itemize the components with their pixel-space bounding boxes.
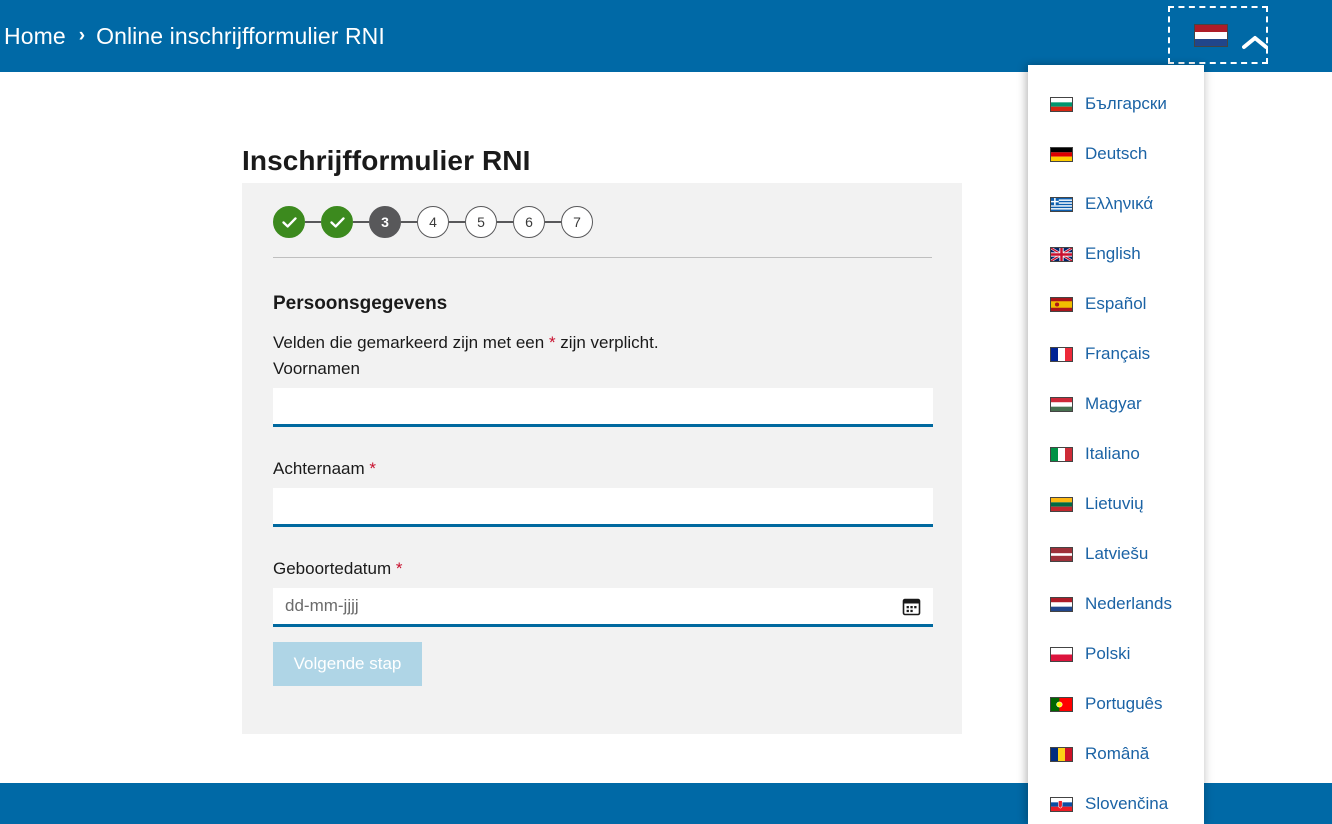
flag-it-icon — [1050, 446, 1073, 462]
language-option-label: Italiano — [1085, 444, 1140, 463]
language-option-label: Deutsch — [1085, 144, 1148, 163]
breadcrumb: Home › Online inschrijfformulier RNI — [0, 23, 385, 49]
language-option-english[interactable]: English — [1028, 229, 1204, 279]
flag-lt-icon — [1050, 496, 1073, 512]
flag-ro-icon — [1050, 746, 1073, 762]
step-node-7[interactable]: 7 — [561, 206, 593, 238]
first-names-input[interactable] — [273, 388, 933, 427]
breadcrumb-current-page: Online inschrijfformulier RNI — [96, 23, 385, 49]
last-name-input[interactable] — [273, 488, 933, 527]
required-asterisk-icon: * — [369, 459, 377, 478]
step-connector-6-7 — [545, 221, 561, 223]
language-option-label: Português — [1085, 694, 1163, 713]
field-first-names: Voornamen — [273, 359, 933, 427]
language-dropdown-menu: Български Deutsch Ελληνικά English Españ… — [1028, 65, 1204, 824]
field-label-last-name-text: Achternaam — [273, 459, 365, 478]
site-header: Home › Online inschrijfformulier RNI — [0, 0, 1332, 72]
language-option-label: Ελληνικά — [1085, 194, 1154, 213]
step-node-5[interactable]: 5 — [465, 206, 497, 238]
language-option-label: Latviešu — [1085, 544, 1149, 563]
language-option-portuguese[interactable]: Português — [1028, 679, 1204, 729]
language-option-label: Lietuvių — [1085, 494, 1144, 513]
language-option-label: Română — [1085, 744, 1150, 763]
language-option-romanian[interactable]: Română — [1028, 729, 1204, 779]
breadcrumb-separator-icon: › — [78, 25, 86, 46]
calendar-icon — [902, 597, 921, 619]
language-option-label: Nederlands — [1085, 594, 1172, 613]
flag-sk-icon — [1050, 796, 1073, 812]
step-node-3[interactable]: 3 — [369, 206, 401, 238]
required-asterisk-icon: * — [395, 559, 403, 578]
step-connector-1-2 — [305, 221, 321, 223]
language-selector-toggle[interactable] — [1168, 6, 1268, 64]
app-root: Home › Online inschrijfformulier RNI Ins… — [0, 0, 1332, 824]
section-divider — [273, 257, 932, 258]
step-connector-2-3 — [353, 221, 369, 223]
step-node-6[interactable]: 6 — [513, 206, 545, 238]
language-option-polish[interactable]: Polski — [1028, 629, 1204, 679]
step-node-1[interactable] — [273, 206, 305, 238]
flag-pl-icon — [1050, 646, 1073, 662]
step-connector-4-5 — [449, 221, 465, 223]
breadcrumb-home-link[interactable]: Home — [0, 23, 66, 49]
language-option-label: English — [1085, 244, 1141, 263]
language-option-lithuanian[interactable]: Lietuvių — [1028, 479, 1204, 529]
flag-fr-icon — [1050, 346, 1073, 362]
flag-es-icon — [1050, 296, 1073, 312]
flag-pt-icon — [1050, 696, 1073, 712]
progress-stepper: 3 4 5 6 7 — [273, 206, 593, 238]
page-title: Inschrijfformulier RNI — [242, 144, 531, 176]
step-node-2[interactable] — [321, 206, 353, 238]
field-label-birth-date: Geboortedatum * — [273, 559, 933, 579]
language-option-label: Slovenčina — [1085, 794, 1169, 813]
language-option-slovak[interactable]: Slovenčina — [1028, 779, 1204, 824]
next-step-button[interactable]: Volgende stap — [273, 642, 422, 686]
language-option-greek[interactable]: Ελληνικά — [1028, 179, 1204, 229]
language-option-german[interactable]: Deutsch — [1028, 129, 1204, 179]
field-label-birth-date-text: Geboortedatum — [273, 559, 392, 578]
field-last-name: Achternaam * — [273, 459, 933, 527]
birth-date-input-wrapper — [273, 588, 933, 627]
calendar-picker-button[interactable] — [899, 596, 923, 620]
flag-nl-icon — [1194, 23, 1228, 47]
required-note-text-before: Velden die gemarkeerd zijn met een — [273, 333, 549, 352]
step-connector-5-6 — [497, 221, 513, 223]
language-option-latvian[interactable]: Latviešu — [1028, 529, 1204, 579]
registration-form-panel: 3 4 5 6 7 Persoonsgegevens Velden die ge… — [242, 183, 962, 734]
language-option-french[interactable]: Français — [1028, 329, 1204, 379]
language-option-spanish[interactable]: Español — [1028, 279, 1204, 329]
flag-gb-icon — [1050, 246, 1073, 262]
step-connector-3-4 — [401, 221, 417, 223]
required-fields-note: Velden die gemarkeerd zijn met een * zij… — [273, 333, 659, 353]
language-option-bulgarian[interactable]: Български — [1028, 79, 1204, 129]
required-note-text-after: zijn verplicht. — [555, 333, 659, 352]
flag-nl-icon — [1050, 596, 1073, 612]
required-asterisk-icon: * — [548, 333, 556, 352]
flag-gr-icon — [1050, 196, 1073, 212]
birth-date-input[interactable] — [273, 588, 933, 627]
flag-hu-icon — [1050, 396, 1073, 412]
check-icon — [281, 216, 297, 228]
language-option-label: Français — [1085, 344, 1151, 363]
flag-de-icon — [1050, 146, 1073, 162]
language-option-hungarian[interactable]: Magyar — [1028, 379, 1204, 429]
flag-bg-icon — [1050, 96, 1073, 112]
field-label-first-names: Voornamen — [273, 359, 360, 378]
field-label-last-name: Achternaam * — [273, 459, 933, 479]
check-icon — [329, 216, 345, 228]
language-option-label: Español — [1085, 294, 1147, 313]
field-birth-date: Geboortedatum * — [273, 559, 933, 627]
language-option-italian[interactable]: Italiano — [1028, 429, 1204, 479]
language-option-label: Magyar — [1085, 394, 1142, 413]
language-option-dutch[interactable]: Nederlands — [1028, 579, 1204, 629]
language-option-label: Polski — [1085, 644, 1131, 663]
section-title: Persoonsgegevens — [273, 292, 448, 314]
step-node-4[interactable]: 4 — [417, 206, 449, 238]
language-option-label: Български — [1085, 94, 1167, 113]
flag-lv-icon — [1050, 546, 1073, 562]
